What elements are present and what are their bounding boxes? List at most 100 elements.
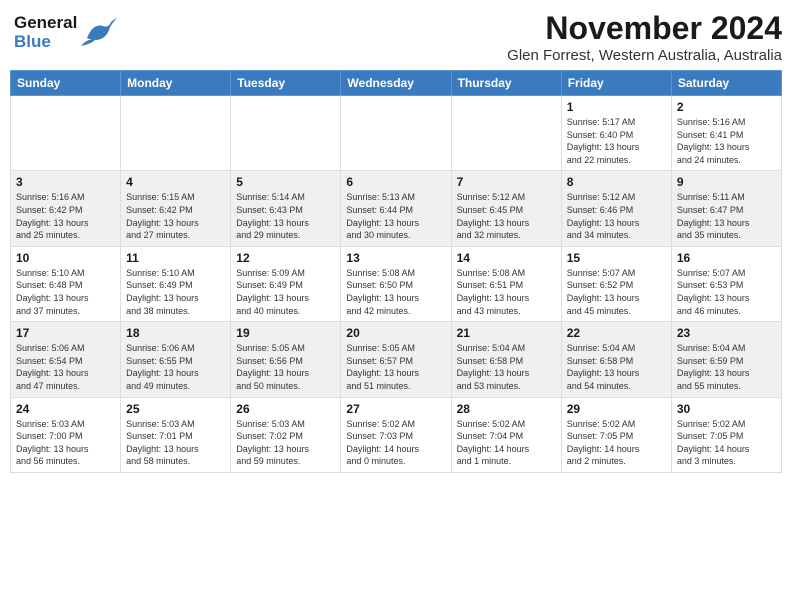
day-info: Sunrise: 5:16 AM Sunset: 6:42 PM Dayligh… [16, 191, 115, 241]
day-info: Sunrise: 5:03 AM Sunset: 7:02 PM Dayligh… [236, 418, 335, 468]
day-number: 20 [346, 326, 445, 340]
day-info: Sunrise: 5:12 AM Sunset: 6:45 PM Dayligh… [457, 191, 556, 241]
calendar-cell: 19 Sunrise: 5:05 AM Sunset: 6:56 PM Dayli… [231, 322, 341, 397]
day-number: 5 [236, 175, 335, 189]
day-number: 3 [16, 175, 115, 189]
day-info: Sunrise: 5:08 AM Sunset: 6:50 PM Dayligh… [346, 267, 445, 317]
day-number: 13 [346, 251, 445, 265]
day-info: Sunrise: 5:17 AM Sunset: 6:40 PM Dayligh… [567, 116, 666, 166]
logo-bird-icon [81, 18, 117, 48]
day-number: 1 [567, 100, 666, 114]
day-info: Sunrise: 5:14 AM Sunset: 6:43 PM Dayligh… [236, 191, 335, 241]
day-number: 28 [457, 402, 556, 416]
weekday-header-monday: Monday [121, 71, 231, 96]
calendar-cell: 12 Sunrise: 5:09 AM Sunset: 6:49 PM Dayli… [231, 246, 341, 321]
calendar-cell: 17 Sunrise: 5:06 AM Sunset: 6:54 PM Dayli… [11, 322, 121, 397]
calendar-cell: 26 Sunrise: 5:03 AM Sunset: 7:02 PM Dayli… [231, 397, 341, 472]
day-number: 16 [677, 251, 776, 265]
weekday-header-saturday: Saturday [671, 71, 781, 96]
calendar-cell: 18 Sunrise: 5:06 AM Sunset: 6:55 PM Dayli… [121, 322, 231, 397]
logo-general-text: General [14, 13, 77, 32]
day-info: Sunrise: 5:06 AM Sunset: 6:54 PM Dayligh… [16, 342, 115, 392]
logo: General Blue [10, 10, 121, 56]
calendar-cell [451, 96, 561, 171]
day-info: Sunrise: 5:10 AM Sunset: 6:49 PM Dayligh… [126, 267, 225, 317]
calendar-cell: 13 Sunrise: 5:08 AM Sunset: 6:50 PM Dayli… [341, 246, 451, 321]
day-number: 17 [16, 326, 115, 340]
day-info: Sunrise: 5:03 AM Sunset: 7:00 PM Dayligh… [16, 418, 115, 468]
day-info: Sunrise: 5:08 AM Sunset: 6:51 PM Dayligh… [457, 267, 556, 317]
page-title: November 2024 [507, 10, 782, 47]
calendar-cell: 24 Sunrise: 5:03 AM Sunset: 7:00 PM Dayli… [11, 397, 121, 472]
calendar-cell: 20 Sunrise: 5:05 AM Sunset: 6:57 PM Dayli… [341, 322, 451, 397]
calendar-cell [11, 96, 121, 171]
calendar-cell: 6 Sunrise: 5:13 AM Sunset: 6:44 PM Daylig… [341, 171, 451, 246]
logo-blue-text: Blue [14, 32, 51, 51]
day-number: 8 [567, 175, 666, 189]
weekday-header-thursday: Thursday [451, 71, 561, 96]
day-info: Sunrise: 5:02 AM Sunset: 7:03 PM Dayligh… [346, 418, 445, 468]
day-number: 21 [457, 326, 556, 340]
day-number: 22 [567, 326, 666, 340]
day-number: 4 [126, 175, 225, 189]
day-info: Sunrise: 5:05 AM Sunset: 6:57 PM Dayligh… [346, 342, 445, 392]
day-info: Sunrise: 5:02 AM Sunset: 7:05 PM Dayligh… [567, 418, 666, 468]
day-number: 15 [567, 251, 666, 265]
calendar-week-row: 24 Sunrise: 5:03 AM Sunset: 7:00 PM Dayli… [11, 397, 782, 472]
calendar-cell: 1 Sunrise: 5:17 AM Sunset: 6:40 PM Daylig… [561, 96, 671, 171]
day-info: Sunrise: 5:05 AM Sunset: 6:56 PM Dayligh… [236, 342, 335, 392]
day-info: Sunrise: 5:09 AM Sunset: 6:49 PM Dayligh… [236, 267, 335, 317]
day-number: 10 [16, 251, 115, 265]
day-info: Sunrise: 5:16 AM Sunset: 6:41 PM Dayligh… [677, 116, 776, 166]
day-number: 24 [16, 402, 115, 416]
calendar-cell: 8 Sunrise: 5:12 AM Sunset: 6:46 PM Daylig… [561, 171, 671, 246]
day-info: Sunrise: 5:07 AM Sunset: 6:53 PM Dayligh… [677, 267, 776, 317]
day-info: Sunrise: 5:02 AM Sunset: 7:05 PM Dayligh… [677, 418, 776, 468]
day-number: 7 [457, 175, 556, 189]
calendar-cell: 10Sunrise: 5:10 AM Sunset: 6:48 PM Dayli… [11, 246, 121, 321]
calendar-cell: 29 Sunrise: 5:02 AM Sunset: 7:05 PM Dayli… [561, 397, 671, 472]
calendar-cell: 2Sunrise: 5:16 AM Sunset: 6:41 PM Daylig… [671, 96, 781, 171]
calendar-cell: 30 Sunrise: 5:02 AM Sunset: 7:05 PM Dayli… [671, 397, 781, 472]
weekday-header-row: SundayMondayTuesdayWednesdayThursdayFrid… [11, 71, 782, 96]
day-number: 26 [236, 402, 335, 416]
day-info: Sunrise: 5:15 AM Sunset: 6:42 PM Dayligh… [126, 191, 225, 241]
day-number: 6 [346, 175, 445, 189]
day-number: 18 [126, 326, 225, 340]
calendar: SundayMondayTuesdayWednesdayThursdayFrid… [10, 70, 782, 473]
weekday-header-sunday: Sunday [11, 71, 121, 96]
calendar-cell: 9Sunrise: 5:11 AM Sunset: 6:47 PM Daylig… [671, 171, 781, 246]
calendar-cell [231, 96, 341, 171]
title-area: November 2024 Glen Forrest, Western Aust… [507, 10, 782, 64]
calendar-cell: 5 Sunrise: 5:14 AM Sunset: 6:43 PM Daylig… [231, 171, 341, 246]
day-info: Sunrise: 5:04 AM Sunset: 6:58 PM Dayligh… [457, 342, 556, 392]
calendar-cell [341, 96, 451, 171]
calendar-cell [121, 96, 231, 171]
calendar-cell: 11Sunrise: 5:10 AM Sunset: 6:49 PM Dayli… [121, 246, 231, 321]
weekday-header-wednesday: Wednesday [341, 71, 451, 96]
weekday-header-friday: Friday [561, 71, 671, 96]
day-number: 29 [567, 402, 666, 416]
day-number: 25 [126, 402, 225, 416]
page-subtitle: Glen Forrest, Western Australia, Austral… [507, 47, 782, 64]
day-info: Sunrise: 5:12 AM Sunset: 6:46 PM Dayligh… [567, 191, 666, 241]
day-number: 27 [346, 402, 445, 416]
calendar-week-row: 3 Sunrise: 5:16 AM Sunset: 6:42 PM Daylig… [11, 171, 782, 246]
calendar-cell: 14 Sunrise: 5:08 AM Sunset: 6:51 PM Dayli… [451, 246, 561, 321]
calendar-cell: 4 Sunrise: 5:15 AM Sunset: 6:42 PM Daylig… [121, 171, 231, 246]
day-info: Sunrise: 5:13 AM Sunset: 6:44 PM Dayligh… [346, 191, 445, 241]
day-info: Sunrise: 5:06 AM Sunset: 6:55 PM Dayligh… [126, 342, 225, 392]
day-info: Sunrise: 5:07 AM Sunset: 6:52 PM Dayligh… [567, 267, 666, 317]
calendar-cell: 27 Sunrise: 5:02 AM Sunset: 7:03 PM Dayli… [341, 397, 451, 472]
day-info: Sunrise: 5:02 AM Sunset: 7:04 PM Dayligh… [457, 418, 556, 468]
day-number: 14 [457, 251, 556, 265]
day-info: Sunrise: 5:04 AM Sunset: 6:59 PM Dayligh… [677, 342, 776, 392]
calendar-week-row: 1 Sunrise: 5:17 AM Sunset: 6:40 PM Daylig… [11, 96, 782, 171]
day-number: 30 [677, 402, 776, 416]
calendar-cell: 3 Sunrise: 5:16 AM Sunset: 6:42 PM Daylig… [11, 171, 121, 246]
calendar-cell: 15 Sunrise: 5:07 AM Sunset: 6:52 PM Dayli… [561, 246, 671, 321]
calendar-week-row: 17 Sunrise: 5:06 AM Sunset: 6:54 PM Dayli… [11, 322, 782, 397]
calendar-cell: 22Sunrise: 5:04 AM Sunset: 6:58 PM Dayli… [561, 322, 671, 397]
day-number: 19 [236, 326, 335, 340]
day-number: 12 [236, 251, 335, 265]
